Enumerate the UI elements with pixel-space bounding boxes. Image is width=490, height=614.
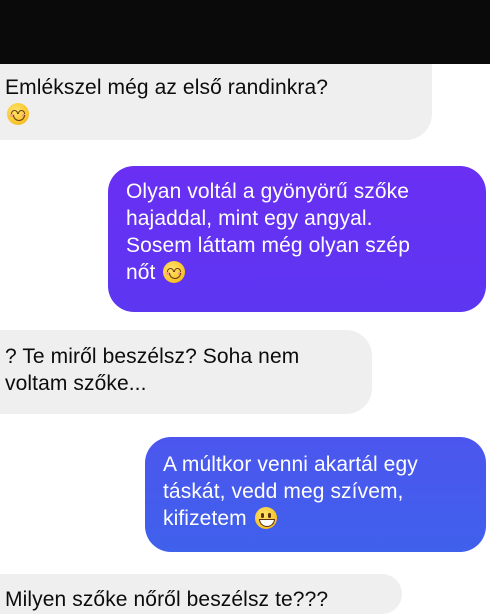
message-bubble-incoming[interactable]: Emlékszel még az első randinkra? — [0, 64, 432, 140]
message-bubble-outgoing[interactable]: Olyan voltál a gyönyörű szőke hajaddal, … — [108, 166, 486, 312]
message-text: kifizetem — [163, 507, 247, 530]
message-text: ? Te miről beszélsz? Soha nem — [5, 345, 300, 368]
smiling-face-emoji-icon — [163, 261, 186, 283]
message-text: A múltkor venni akartál egy — [163, 453, 418, 476]
message-text: táskát, vedd meg szívem, — [163, 480, 404, 503]
grinning-face-emoji-icon — [254, 507, 277, 529]
message-bubble-incoming[interactable]: Milyen szőke nőről beszélsz te??? — [0, 574, 402, 614]
message-text: Sosem láttam még olyan szép — [126, 234, 410, 257]
message-bubble-incoming[interactable]: ? Te miről beszélsz? Soha nem voltam sző… — [0, 330, 372, 414]
message-text: nőt — [126, 261, 156, 284]
smiling-face-emoji-icon — [7, 103, 29, 125]
message-text: voltam szőke... — [5, 372, 147, 395]
message-text: Olyan voltál a gyönyörű szőke — [126, 180, 410, 203]
top-bar — [0, 0, 490, 64]
message-text: hajaddal, mint egy angyal. — [126, 207, 373, 230]
message-text: Emlékszel még az első randinkra? — [5, 76, 329, 99]
message-text: Milyen szőke nőről beszélsz te??? — [5, 588, 329, 611]
message-bubble-outgoing[interactable]: A múltkor venni akartál egy táskát, vedd… — [145, 437, 486, 552]
